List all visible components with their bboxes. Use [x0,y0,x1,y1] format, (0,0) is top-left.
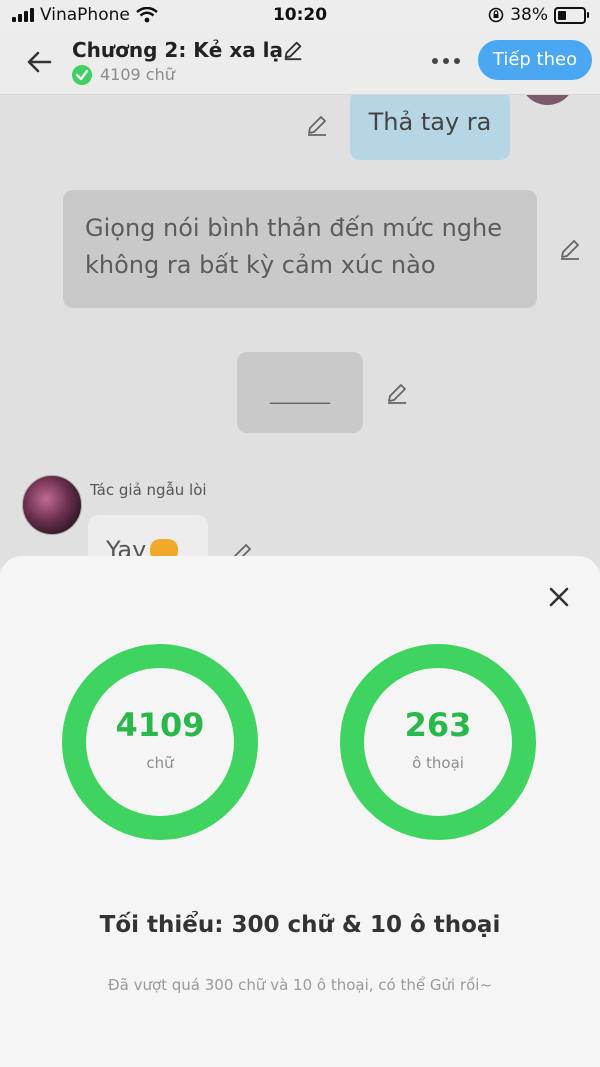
chat-area: Thả tay ra Giọng nói bình thản đến mức n… [0,95,600,567]
chat-message[interactable]: Thả tay ra [350,95,510,160]
author-name: Tác giả ngẫu lòi [90,481,207,499]
dialogs-label: ô thoại [412,754,464,772]
avatar [520,95,575,105]
pencil-icon[interactable] [558,237,582,261]
check-icon [72,65,92,85]
requirements-sheet: 4109 chữ 263 ô thoại Tối thiểu: 300 chữ … [0,556,600,1067]
more-icon[interactable] [432,58,460,64]
pencil-icon[interactable] [305,113,329,137]
requirement-note: Đã vượt quá 300 chữ và 10 ô thoại, có th… [107,976,493,994]
words-label: chữ [146,754,174,772]
pencil-icon[interactable] [282,39,304,61]
chat-message[interactable]: ______ [237,352,363,433]
lock-rotation-icon [488,7,504,23]
word-count: 4109 chữ [100,65,175,84]
chapter-title[interactable]: Chương 2: Kẻ xa lạ [72,38,283,62]
pencil-icon[interactable] [385,381,409,405]
battery-fill [558,10,566,20]
chapter-header: Chương 2: Kẻ xa lạ 4109 chữ Tiếp theo [0,32,600,95]
battery-icon [554,6,589,24]
words-value: 4109 [115,706,205,744]
status-right: 38% [488,5,589,25]
battery-percent: 38% [510,5,548,25]
minimum-requirement: Tối thiểu: 300 chữ & 10 ô thoại [99,912,501,938]
next-chapter-button[interactable]: Tiếp theo [478,40,592,80]
back-arrow-icon[interactable] [24,46,56,78]
status-bar: VinaPhone 10:20 38% [0,0,600,32]
dialogs-progress-ring: 263 ô thoại [340,644,536,840]
avatar[interactable] [22,475,82,535]
dialogs-value: 263 [404,706,472,744]
chat-message[interactable]: Giọng nói bình thản đến mức nghe không r… [63,190,537,308]
words-progress-ring: 4109 chữ [62,644,258,840]
close-icon[interactable] [546,584,572,610]
